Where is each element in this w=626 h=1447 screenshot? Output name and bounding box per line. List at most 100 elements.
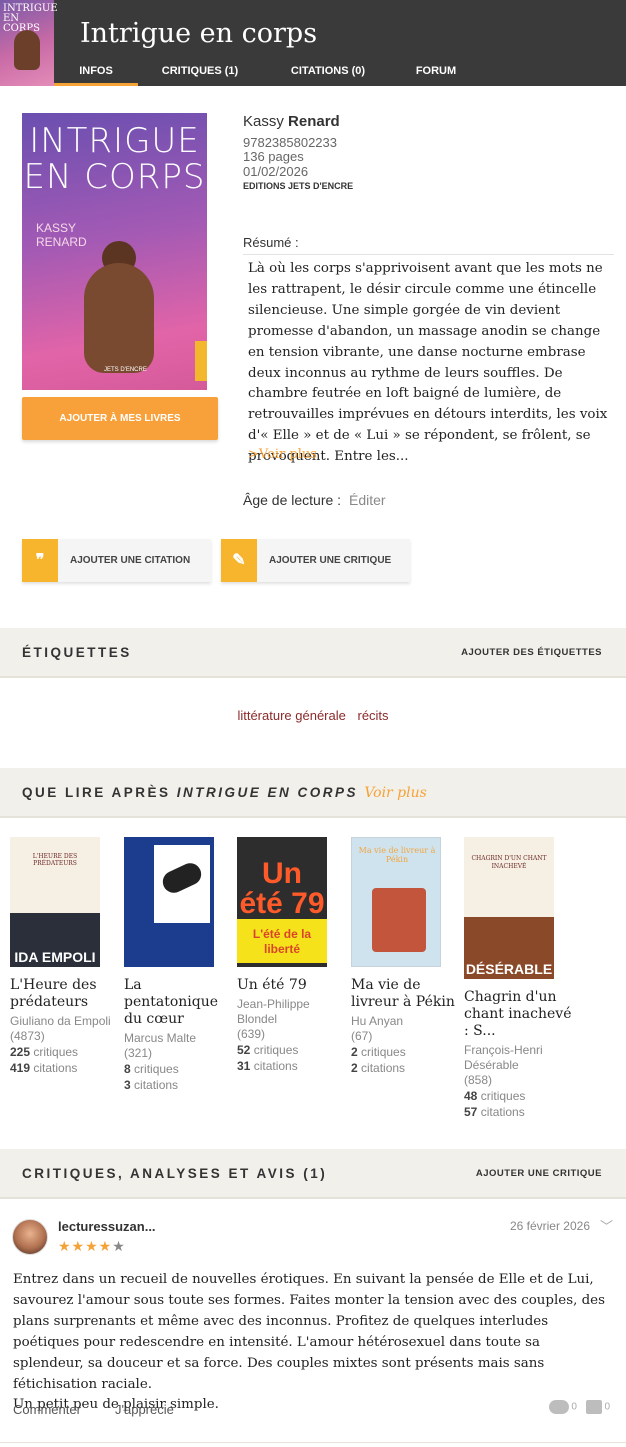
recommendations-title-book: INTRIGUE EN CORPS xyxy=(176,785,359,800)
recommendation-author[interactable]: Jean-Philippe Blondel xyxy=(237,997,345,1027)
recommendation-author[interactable]: Hu Anyan xyxy=(351,1014,459,1029)
recommendation-citations: 31 citations xyxy=(237,1058,345,1074)
recommendation-critiques-word: critiques xyxy=(134,1062,179,1076)
add-tags-link[interactable]: AJOUTER DES ÉTIQUETTES xyxy=(461,628,602,678)
tab-forum[interactable]: FORUM xyxy=(402,64,470,86)
recommendation-title[interactable]: L'Heure des prédateurs xyxy=(10,977,118,1011)
recommendation-rating-count: (67) xyxy=(351,1029,373,1043)
tab-critiques[interactable]: CRITIQUES (1) xyxy=(150,64,250,86)
tags-section-header: ÉTIQUETTES AJOUTER DES ÉTIQUETTES xyxy=(0,628,626,678)
comment-count: 0 xyxy=(571,1401,577,1413)
cover-publisher-logo: JETS D'ENCRE xyxy=(104,367,147,373)
page-count: 136 pages xyxy=(243,149,304,164)
recommendation-citations-word: citations xyxy=(253,1059,298,1073)
star-filled-icon: ★★★★ xyxy=(58,1238,113,1254)
tag-item[interactable]: littérature générale xyxy=(237,708,345,723)
recommendation-rating-count: (4873) xyxy=(10,1029,45,1043)
recommendation-cover[interactable] xyxy=(124,837,214,967)
header-book-thumbnail[interactable]: INTRIGUE EN CORPS xyxy=(0,0,58,86)
recommendation-card[interactable]: La pentatonique du cœur Marcus Malte (32… xyxy=(124,837,232,1093)
tab-citations[interactable]: CITATIONS (0) xyxy=(278,64,378,86)
reading-age-label: Âge de lecture : xyxy=(243,492,342,508)
recommendation-critiques-count: 225 xyxy=(10,1045,31,1059)
like-link[interactable]: J'apprécie xyxy=(115,1402,174,1417)
review-username[interactable]: lecturessuzan... xyxy=(58,1219,156,1234)
recommendation-author[interactable]: Marcus Malte xyxy=(124,1031,232,1046)
recommendation-cover[interactable]: Ma vie de livreur à Pékin xyxy=(351,837,441,967)
add-citation-label: AJOUTER UNE CITATION xyxy=(70,555,191,566)
recommendation-critiques: 8 critiques xyxy=(124,1061,232,1077)
recommendation-card[interactable]: Ma vie de livreur à Pékin Ma vie de livr… xyxy=(351,837,459,1076)
comment-link[interactable]: Commenter xyxy=(13,1402,81,1417)
author-name[interactable]: Kassy Renard xyxy=(243,113,340,130)
recommendation-citations: 3 citations xyxy=(124,1077,232,1093)
page-title: Intrigue en corps xyxy=(80,18,318,49)
isbn: 9782385802233 xyxy=(243,135,337,150)
recommendation-cover-big: IDA EMPOLI xyxy=(14,949,96,965)
recommendations-section-title: QUE LIRE APRÈS INTRIGUE EN CORPS Voir pl… xyxy=(22,768,427,818)
reading-age-edit-link[interactable]: Éditer xyxy=(349,492,386,508)
recommendation-title[interactable]: Un été 79 xyxy=(237,977,345,994)
book-cover[interactable]: INTRIGUE EN CORPS KASSY RENARD JETS D'EN… xyxy=(22,113,207,390)
recommendation-card[interactable]: CHAGRIN D'UN CHANT INACHEVÉ DÉSÉRABLE Ch… xyxy=(464,837,572,1120)
recommendation-citations-count: 3 xyxy=(124,1078,131,1092)
recommendation-title[interactable]: Ma vie de livreur à Pékin xyxy=(351,977,459,1011)
recommendation-cover-label: L'été de la liberté xyxy=(237,919,327,963)
recommendations-section-header: QUE LIRE APRÈS INTRIGUE EN CORPS Voir pl… xyxy=(0,768,626,818)
recommendation-cover[interactable]: L'HEURE DES PRÉDATEURS IDA EMPOLI xyxy=(10,837,100,967)
review-reactions: 0 0 xyxy=(548,1400,610,1414)
recommendation-card[interactable]: L'HEURE DES PRÉDATEURS IDA EMPOLI L'Heur… xyxy=(10,837,118,1076)
thumbs-up-icon[interactable] xyxy=(585,1400,602,1414)
add-review-link[interactable]: AJOUTER UNE CRITIQUE xyxy=(476,1149,602,1199)
recommendation-title[interactable]: Chagrin d'un chant inachevé : S... xyxy=(464,989,572,1040)
recommendation-citations: 2 citations xyxy=(351,1060,459,1076)
recommendation-rating-count: (321) xyxy=(124,1046,153,1060)
cover-author-last: RENARD xyxy=(36,235,87,249)
recommendation-critiques-word: critiques xyxy=(480,1089,526,1103)
recommendations-voir-plus-link[interactable]: Voir plus xyxy=(364,785,427,801)
add-to-my-books-button[interactable]: AJOUTER À MES LIVRES xyxy=(22,397,218,440)
recommendation-rating-count: (858) xyxy=(464,1073,493,1087)
reviews-section-title: CRITIQUES, ANALYSES ET AVIS (1) xyxy=(22,1166,328,1181)
recommendation-critiques-count: 8 xyxy=(124,1062,131,1076)
recommendation-cover-label: L'HEURE DES PRÉDATEURS xyxy=(32,853,78,867)
recommendation-title[interactable]: La pentatonique du cœur xyxy=(124,977,232,1028)
resume-voir-plus-link[interactable]: >Voir plus xyxy=(248,447,317,462)
add-critique-label: AJOUTER UNE CRITIQUE xyxy=(269,555,392,566)
cover-author: KASSY RENARD xyxy=(36,221,87,249)
recommendation-citations-word: citations xyxy=(361,1061,406,1075)
author-last-name: Renard xyxy=(288,113,340,130)
recommendation-citations: 57 citations xyxy=(464,1104,572,1120)
chevron-down-icon[interactable]: ﹀ xyxy=(600,1216,613,1235)
recommendation-critiques: 52 critiques xyxy=(237,1042,345,1058)
recommendation-citations-count: 31 xyxy=(237,1059,251,1073)
recommendation-citations-count: 419 xyxy=(10,1061,31,1075)
recommendation-author[interactable]: Giuliano da Empoli xyxy=(10,1014,118,1029)
header-thumb-figure xyxy=(14,30,40,70)
resume-text: Là où les corps s'apprivoisent avant que… xyxy=(248,261,608,465)
resume-divider xyxy=(243,254,614,255)
recommendation-citations-count: 57 xyxy=(464,1105,478,1119)
recommendation-citations-count: 2 xyxy=(351,1061,358,1075)
recommendation-critiques: 48 critiques xyxy=(464,1088,572,1104)
tag-item[interactable]: récits xyxy=(357,708,388,723)
tab-infos[interactable]: INFOS xyxy=(54,64,138,86)
avatar[interactable] xyxy=(12,1219,48,1255)
review-rating: ★★★★★ xyxy=(58,1238,126,1255)
recommendation-citations-word: citations xyxy=(480,1105,525,1119)
like-count: 0 xyxy=(604,1401,610,1413)
star-empty-icon: ★ xyxy=(112,1238,126,1254)
recommendation-critiques-word: critiques xyxy=(33,1045,79,1059)
add-critique-button[interactable]: ✎ AJOUTER UNE CRITIQUE xyxy=(221,539,410,582)
publisher[interactable]: EDITIONS JETS D'ENCRE xyxy=(243,181,353,191)
recommendation-card[interactable]: Un été 79 L'été de la liberté Un été 79 … xyxy=(237,837,345,1074)
comment-bubble-icon[interactable] xyxy=(548,1400,569,1414)
quote-icon: ❞ xyxy=(22,539,58,582)
recommendation-cover[interactable]: CHAGRIN D'UN CHANT INACHEVÉ DÉSÉRABLE xyxy=(464,837,554,979)
recommendation-critiques: 225 critiques xyxy=(10,1044,118,1060)
add-citation-button[interactable]: ❞ AJOUTER UNE CITATION xyxy=(22,539,211,582)
recommendation-author[interactable]: François-Henri Désérable xyxy=(464,1043,572,1073)
reviews-section-header: CRITIQUES, ANALYSES ET AVIS (1) AJOUTER … xyxy=(0,1149,626,1199)
review-text: Entrez dans un recueil de nouvelles érot… xyxy=(13,1272,605,1413)
recommendation-cover[interactable]: Un été 79 L'été de la liberté xyxy=(237,837,327,967)
